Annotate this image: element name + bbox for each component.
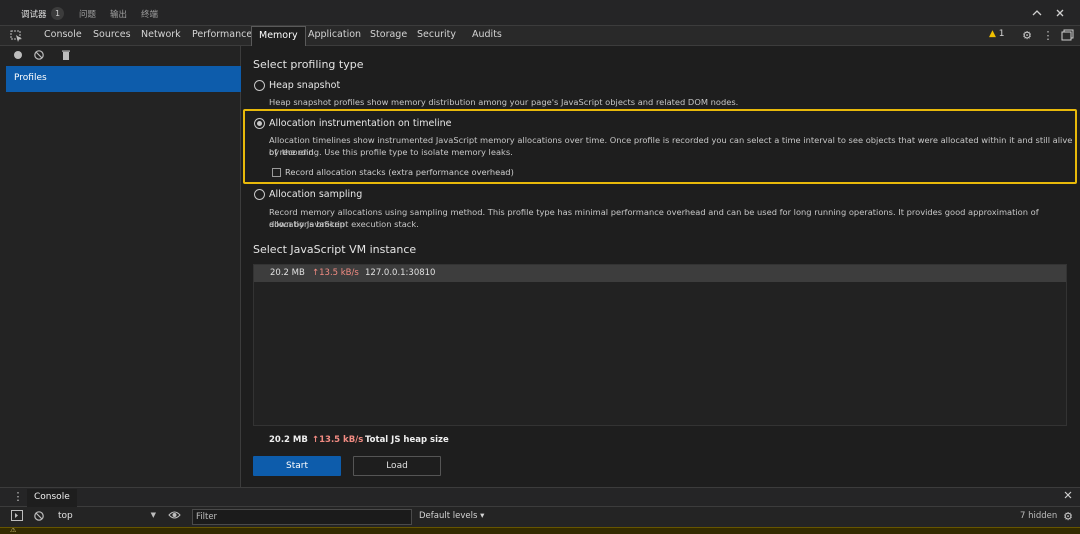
outer-panel-tabs: 调试器 1 问题 输出 终端 (0, 0, 1080, 26)
total-heap-size: 20.2 MB (269, 435, 308, 445)
allocation-timeline-radio[interactable] (254, 118, 265, 129)
eye-icon[interactable] (167, 510, 181, 524)
tab-performance[interactable]: Performance (185, 26, 259, 46)
vm-address: 127.0.0.1:30810 (365, 268, 436, 278)
drawer-menu-icon[interactable]: ⋮ (11, 490, 25, 504)
dock-icon[interactable] (1060, 29, 1074, 43)
tab-sources[interactable]: Sources (86, 26, 138, 46)
sidebar-toggle-icon[interactable] (10, 510, 24, 524)
record-icon[interactable] (12, 49, 24, 61)
total-heap-label: Total JS heap size (365, 435, 449, 445)
sidebar-toolbar (0, 46, 241, 64)
record-stacks-checkbox[interactable] (272, 168, 281, 177)
profiling-type-title: Select profiling type (253, 58, 364, 71)
close-icon[interactable] (1053, 7, 1067, 21)
memory-panel: Select profiling type Heap snapshot Heap… (242, 46, 1080, 487)
tab-problems[interactable]: 问题 (79, 8, 96, 20)
vm-instance-title: Select JavaScript VM instance (253, 243, 417, 256)
heap-snapshot-label[interactable]: Heap snapshot (269, 80, 340, 91)
load-button[interactable]: Load (353, 456, 441, 476)
allocation-timeline-description-2: of recording. Use this profile type to i… (269, 147, 513, 157)
inspect-element-icon[interactable] (10, 30, 24, 42)
vm-heap-rate: ↑13.5 kB/s (312, 268, 359, 278)
tab-storage[interactable]: Storage (363, 26, 414, 46)
console-warning-line: ⚠ (0, 527, 1080, 534)
profiles-sidebar: Profiles (0, 46, 241, 487)
record-stacks-label[interactable]: Record allocation stacks (extra performa… (285, 167, 514, 177)
tab-application[interactable]: Application (301, 26, 368, 46)
start-button[interactable]: Start (253, 456, 341, 476)
context-select[interactable]: top ▼ (58, 511, 156, 524)
log-levels-dropdown[interactable]: Default levels ▾ (419, 511, 484, 521)
console-filter-input[interactable]: Filter (192, 509, 412, 525)
allocation-timeline-label[interactable]: Allocation instrumentation on timeline (269, 118, 451, 129)
debugger-badge: 1 (51, 7, 64, 20)
vm-instance-row[interactable]: 20.2 MB ↑13.5 kB/s 127.0.0.1:30810 (254, 265, 1066, 282)
hidden-messages-count: 7 hidden (1020, 511, 1058, 521)
console-warning-text-fragment: ⚠ (10, 527, 17, 534)
tab-memory[interactable]: Memory (251, 26, 306, 46)
tab-audits[interactable]: Audits (465, 26, 509, 46)
tab-network[interactable]: Network (134, 26, 188, 46)
heap-snapshot-radio[interactable] (254, 80, 265, 91)
drawer-header: ⋮ Console (0, 487, 1080, 507)
tab-console[interactable]: Console (37, 26, 89, 46)
allocation-sampling-radio[interactable] (254, 189, 265, 200)
total-heap-rate: ↑13.5 kB/s (312, 435, 364, 445)
close-drawer-icon[interactable] (1061, 490, 1075, 504)
console-settings-gear-icon[interactable]: ⚙ (1061, 510, 1075, 524)
allocation-sampling-label[interactable]: Allocation sampling (269, 189, 362, 200)
allocation-sampling-description-2: down by JavaScript execution stack. (269, 219, 419, 229)
sidebar-item-profiles[interactable]: Profiles (6, 66, 241, 92)
more-options-icon[interactable]: ⋮ (1041, 29, 1055, 43)
tab-debugger[interactable]: 调试器 (21, 8, 47, 20)
console-toolbar: top ▼ Filter Default levels ▾ 7 hidden ⚙ (0, 507, 1080, 527)
warning-counter[interactable]: ▲ 1 (989, 29, 1005, 39)
warning-icon: ▲ (989, 29, 996, 39)
devtools-tab-bar: Console Sources Network Performance Memo… (0, 26, 1080, 46)
drawer-tab-console[interactable]: Console (27, 489, 77, 507)
tab-output[interactable]: 输出 (110, 8, 127, 20)
heap-snapshot-description: Heap snapshot profiles show memory distr… (269, 97, 739, 107)
tab-security[interactable]: Security (410, 26, 463, 46)
vm-heap-size: 20.2 MB (270, 268, 305, 278)
vm-instance-list: 20.2 MB ↑13.5 kB/s 127.0.0.1:30810 (253, 264, 1067, 426)
tab-terminal[interactable]: 终端 (141, 8, 158, 20)
trash-icon[interactable] (60, 49, 72, 61)
clear-console-icon[interactable] (32, 510, 46, 524)
dropdown-arrow-icon: ▼ (150, 511, 156, 519)
clear-icon[interactable] (33, 49, 45, 61)
chevron-up-icon[interactable] (1030, 7, 1044, 21)
gear-icon[interactable]: ⚙ (1020, 29, 1034, 43)
